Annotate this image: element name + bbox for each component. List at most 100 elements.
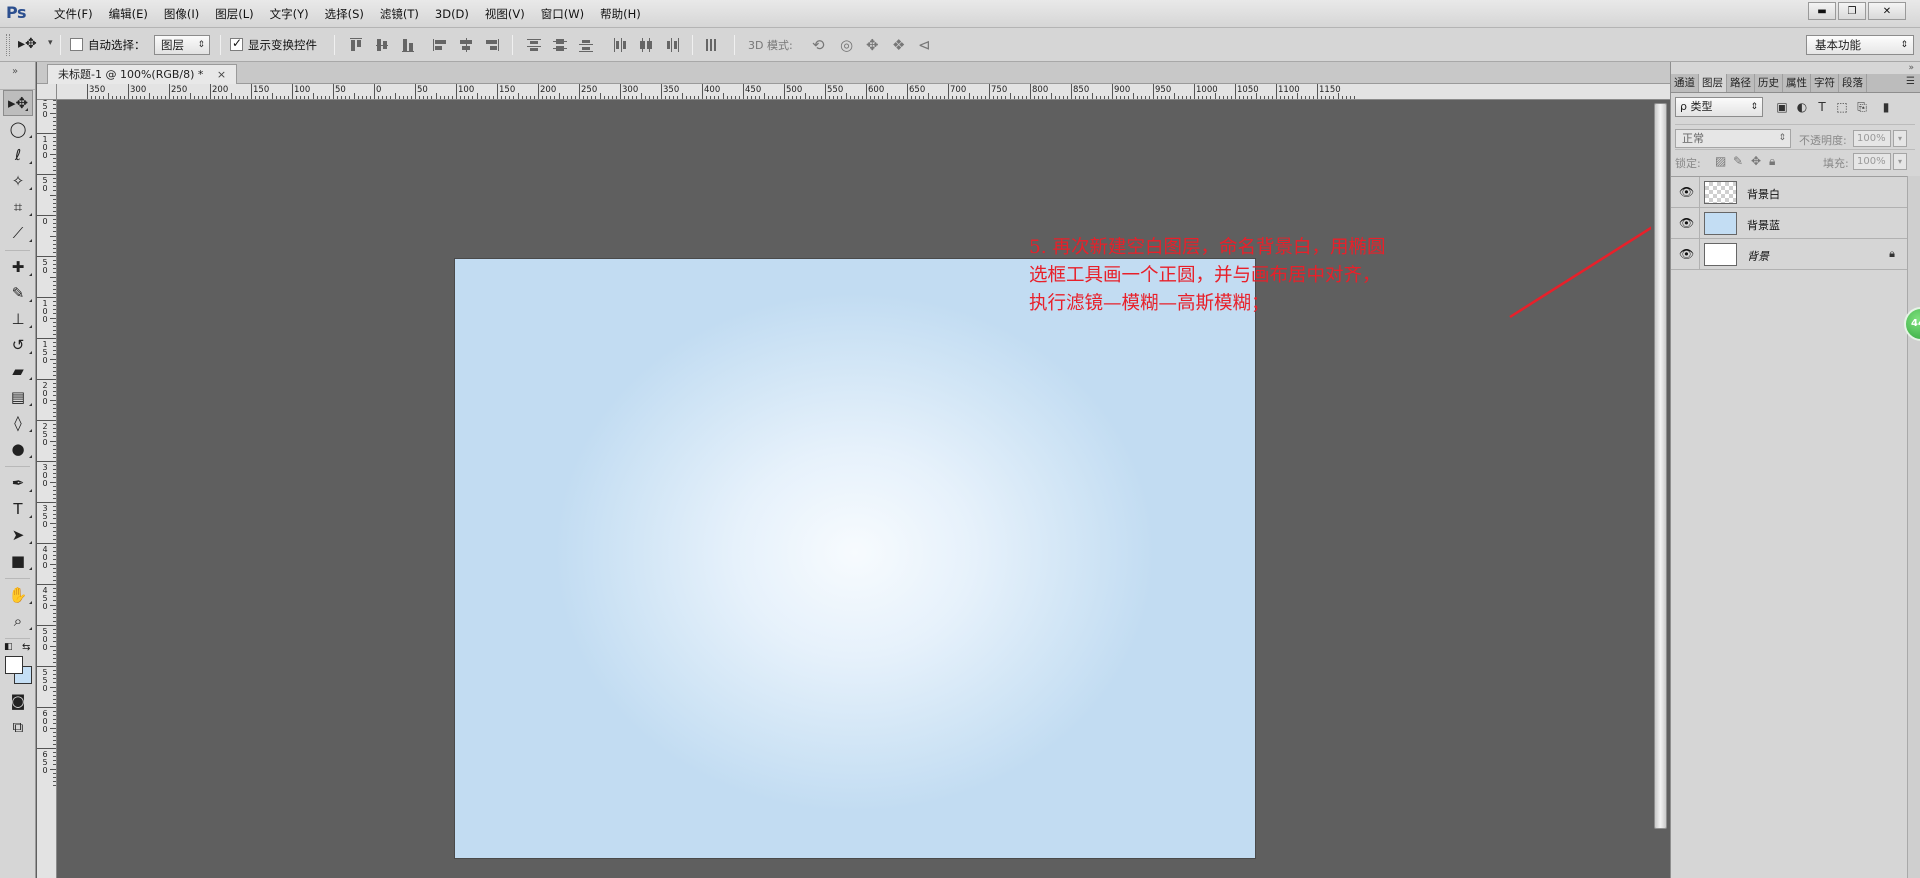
layer-name[interactable]: 背景白 [1747,186,1780,202]
layer-thumbnail[interactable] [1704,181,1737,204]
distribute-left-icon[interactable] [612,37,628,53]
minimize-button[interactable]: ▬ [1808,2,1836,20]
layer-row[interactable]: 👁︎ 背景蓝 [1671,208,1907,239]
distribute-hcenter-icon[interactable] [638,37,654,53]
menu-file[interactable]: 文件(F) [46,0,101,28]
stamp-tool[interactable]: ⊥ [0,306,36,332]
layer-name[interactable]: 背景蓝 [1747,217,1780,233]
vertical-ruler[interactable]: 1501005005010015020025030035040045050055… [37,100,57,878]
shape-tool[interactable]: ■ [0,548,36,574]
quick-mask-button[interactable]: ◙ [0,688,36,714]
menu-help[interactable]: 帮助(H) [592,0,649,28]
hand-tool[interactable]: ✋ [0,582,36,608]
ruler-origin[interactable] [37,84,57,100]
marquee-tool[interactable]: ◯ [0,116,36,142]
slide-3d-icon[interactable]: ❖ [892,36,905,54]
tab-paths[interactable]: 路径 [1727,74,1755,92]
filter-toggle-icon[interactable]: ▮ [1879,100,1893,114]
scale-3d-icon[interactable]: ⊲ [918,36,931,54]
auto-select-target-select[interactable]: 图层 ⇕ [154,35,210,55]
restore-button[interactable]: ❐ [1838,2,1866,20]
options-grip[interactable] [6,34,10,56]
default-colors-icon[interactable]: ◧ [4,642,13,652]
align-left-icon[interactable] [432,37,448,53]
tab-properties[interactable]: 属性 [1783,74,1811,92]
layer-thumbnail[interactable] [1704,212,1737,235]
close-button[interactable]: ✕ [1868,2,1906,20]
menu-select[interactable]: 选择(S) [317,0,372,28]
layer-row[interactable]: 👁︎ 背景白 [1671,177,1907,208]
align-top-icon[interactable] [348,37,364,53]
pen-tool[interactable]: ✒ [0,470,36,496]
move-tool-preset-icon[interactable]: ▸✥ [18,36,37,52]
tab-channels[interactable]: 通道 [1671,74,1699,92]
layer-thumbnail[interactable] [1704,243,1737,266]
blur-tool[interactable]: ◊ [0,410,36,436]
lock-all-icon[interactable]: 🔒︎ [1769,154,1775,169]
zoom-tool[interactable]: ⌕ [0,608,36,634]
opacity-field[interactable]: 100% [1853,130,1891,147]
distribute-top-icon[interactable] [526,37,542,53]
align-bottom-icon[interactable] [400,37,416,53]
eyedropper-tool[interactable]: ⟋ [0,220,36,246]
menu-filter[interactable]: 滤镜(T) [372,0,427,28]
menu-3d[interactable]: 3D(D) [427,0,477,28]
panel-scrollbar[interactable] [1907,176,1920,878]
tab-history[interactable]: 历史 [1755,74,1783,92]
menu-type[interactable]: 文字(Y) [262,0,317,28]
distribute-vcenter-icon[interactable] [552,37,568,53]
lasso-tool[interactable]: ℓ [0,142,36,168]
fill-field[interactable]: 100% [1853,153,1891,170]
chevron-down-icon[interactable]: ▾ [1893,153,1907,170]
layer-filter-select[interactable]: ρ 类型 ⇕ [1675,97,1763,117]
workspace-select[interactable]: 基本功能 ⇕ [1806,35,1914,55]
quick-select-tool[interactable]: ✧ [0,168,36,194]
image-filter-icon[interactable]: ▣ [1775,100,1789,114]
roll-3d-icon[interactable]: ◎ [840,36,853,54]
distribute-bottom-icon[interactable] [578,37,594,53]
document-tab[interactable]: 未标题-1 @ 100%(RGB/8) * × [47,64,238,84]
adjustment-filter-icon[interactable]: ◐ [1795,100,1809,114]
collapse-panel-icon[interactable]: » [1908,63,1914,73]
path-select-tool[interactable]: ➤ [0,522,36,548]
document-canvas[interactable] [455,259,1255,858]
scrollbar-thumb[interactable] [1654,103,1667,829]
menu-view[interactable]: 视图(V) [477,0,533,28]
visibility-eye-icon[interactable]: 👁︎ [1679,247,1694,261]
tools-panel-header[interactable] [0,62,35,90]
pan-3d-icon[interactable]: ✥ [866,36,879,54]
foreground-color-swatch[interactable] [5,656,23,674]
lock-position-icon[interactable]: ✥ [1751,154,1761,168]
lock-image-icon[interactable]: ✎ [1733,154,1743,168]
menu-image[interactable]: 图像(I) [156,0,207,28]
type-tool[interactable]: T [0,496,36,522]
tab-paragraph[interactable]: 段落 [1839,74,1867,92]
brush-tool[interactable]: ✎ [0,280,36,306]
visibility-eye-icon[interactable]: 👁︎ [1679,185,1694,199]
pasteboard[interactable]: 5. 再次新建空白图层，命名背景白，用椭圆 选框工具画一个正圆，并与画布居中对齐… [58,101,1651,878]
history-brush-tool[interactable]: ↺ [0,332,36,358]
crop-tool[interactable]: ⌗ [0,194,36,220]
lock-transparent-icon[interactable]: ▨ [1715,154,1726,168]
vertical-scrollbar[interactable] [1651,101,1670,878]
align-vcenter-icon[interactable] [374,37,390,53]
tab-character[interactable]: 字符 [1811,74,1839,92]
close-icon[interactable]: × [217,68,226,81]
screen-mode-button[interactable]: ⧉ [0,714,36,740]
tab-layers[interactable]: 图层 [1699,74,1727,92]
gradient-tool[interactable]: ▤ [0,384,36,410]
chevron-down-icon[interactable]: ▾ [48,38,53,48]
swap-colors-icon[interactable]: ⇆ [22,642,30,653]
auto-align-icon[interactable] [704,37,720,53]
move-tool[interactable]: ▸✥ [3,90,33,116]
blend-mode-select[interactable]: 正常 ⇕ [1675,129,1791,148]
healing-tool[interactable]: ✚ [0,254,36,280]
eraser-tool[interactable]: ▰ [0,358,36,384]
chevron-down-icon[interactable]: ▾ [1893,130,1907,147]
visibility-eye-icon[interactable]: 👁︎ [1679,216,1694,230]
shape-filter-icon[interactable]: ⬚ [1835,100,1849,114]
horizontal-ruler[interactable]: 350 300 250 200 150 100 50 0 50 100 150 200 250 300 35… [57,84,1670,100]
align-hcenter-icon[interactable] [458,37,474,53]
type-filter-icon[interactable]: T [1815,100,1829,114]
menu-edit[interactable]: 编辑(E) [101,0,156,28]
